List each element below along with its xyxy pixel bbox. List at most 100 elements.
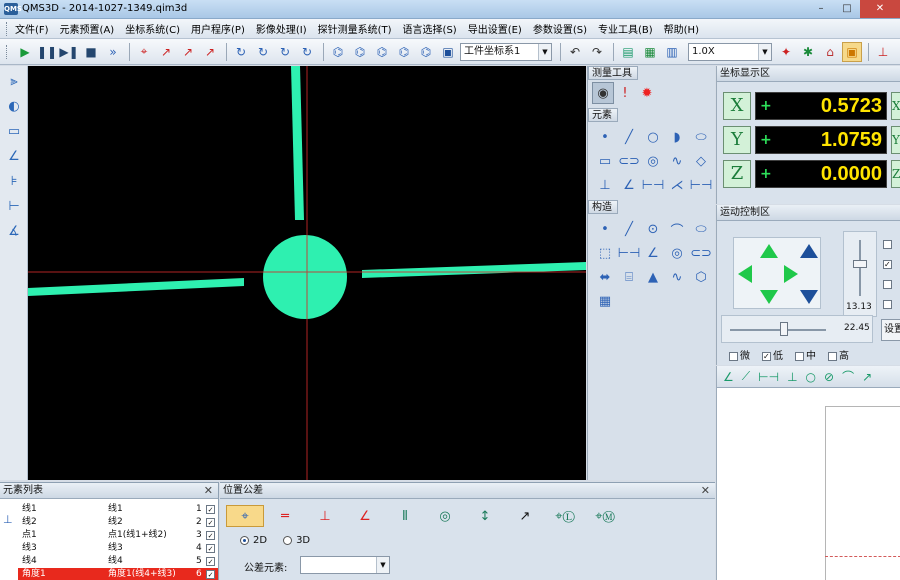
list-item[interactable]: 线1 线1 1 ✓	[18, 503, 218, 516]
minimize-button[interactable]: –	[808, 0, 834, 18]
stage-icon[interactable]: ⫸	[4, 71, 24, 91]
arc-icon[interactable]: ◗	[666, 126, 688, 148]
slot-icon[interactable]: ⊂⊃	[618, 150, 640, 172]
element-visible-checkbox[interactable]: ✓	[206, 505, 215, 514]
set-z-axis-icon[interactable]: ↗	[200, 42, 220, 62]
move-right-arrow[interactable]	[784, 265, 798, 283]
element-visible-checkbox[interactable]: ✓	[206, 544, 215, 553]
construct-rectangle-icon[interactable]: ⬚	[594, 242, 616, 264]
grid-tool-icon[interactable]: ⊧	[4, 171, 24, 191]
probe-b-icon[interactable]: ⌬	[350, 42, 370, 62]
xy-speed-slider[interactable]: 22.45	[721, 315, 873, 343]
camera-view[interactable]	[28, 66, 586, 480]
slider-thumb[interactable]	[853, 260, 867, 268]
z-zero-button[interactable]: Z	[891, 160, 900, 188]
concentricity-icon[interactable]: ◎	[426, 505, 464, 527]
distance-tool-icon[interactable]: ⊢	[4, 196, 24, 216]
menu-user-program[interactable]: 用户程序(P)	[191, 21, 245, 36]
run-icon[interactable]: ▶	[15, 42, 35, 62]
construct-arrow-icon[interactable]: ⬌	[594, 266, 616, 288]
option-checkbox-4[interactable]	[883, 300, 892, 309]
move-up-arrow[interactable]	[760, 244, 778, 258]
arrow-icon[interactable]: ↗	[506, 505, 544, 527]
set-origin-icon[interactable]: ⌖	[134, 42, 154, 62]
rotate-c-icon[interactable]: ↻	[275, 42, 295, 62]
element-visible-checkbox[interactable]: ✓	[206, 518, 215, 527]
element-list-close-button[interactable]: ✕	[204, 483, 213, 499]
cylinder-icon[interactable]: ⌸	[618, 266, 640, 288]
construct-circle-icon[interactable]: ⊙	[642, 218, 664, 240]
distance-icon[interactable]: ⊥	[787, 370, 797, 384]
gap-icon[interactable]: ⊢⊣	[690, 174, 713, 196]
move-down-arrow[interactable]	[760, 290, 778, 304]
coordinate-system-select[interactable]: 工件坐标系1 ▼	[460, 42, 552, 61]
drawing-canvas[interactable]	[825, 406, 900, 580]
speed-high-checkbox[interactable]	[828, 351, 837, 361]
axis-icon[interactable]: ⊥	[873, 42, 893, 62]
pause-icon[interactable]: ❚❚	[37, 42, 57, 62]
probe-z-icon[interactable]: ⌬	[416, 42, 436, 62]
angle-icon[interactable]: ∠	[723, 370, 734, 384]
angle-icon[interactable]: ∠	[618, 174, 640, 196]
camera-icon[interactable]: ◉	[592, 82, 614, 104]
angularity-icon[interactable]: ∠	[346, 505, 384, 527]
parallel-icon[interactable]: ═	[266, 505, 304, 527]
save-icon[interactable]: ▣	[438, 42, 458, 62]
option-checkbox-1[interactable]	[883, 240, 892, 249]
list-item[interactable]: 线3 线3 4 ✓	[18, 542, 218, 555]
maximize-button[interactable]: □	[834, 0, 860, 18]
arc-icon[interactable]: ⌒	[842, 368, 854, 385]
probe-c-icon[interactable]: ⌬	[372, 42, 392, 62]
z-axis-label[interactable]: Z	[723, 160, 751, 188]
probe-icon[interactable]: !	[614, 82, 636, 104]
construct-angle-icon[interactable]: ∠	[642, 242, 664, 264]
circle-icon[interactable]: ○	[806, 370, 816, 384]
x-axis-label[interactable]: X	[723, 92, 751, 120]
radio-2d[interactable]	[240, 536, 249, 545]
construct-width-icon[interactable]: ⊢⊣	[618, 242, 641, 264]
tolerance-element-select[interactable]: ▼	[300, 556, 390, 574]
y-zero-button[interactable]: Y	[891, 126, 900, 154]
move-left-arrow[interactable]	[738, 265, 752, 283]
layout-icon[interactable]: ▣	[842, 41, 862, 62]
slope-icon[interactable]: ⟋	[742, 369, 750, 384]
perpendicular-icon[interactable]: ⊥	[306, 505, 344, 527]
width-icon[interactable]: ⊢⊣	[642, 174, 665, 196]
symmetry-icon[interactable]: ⫴	[386, 505, 424, 527]
home-icon[interactable]: ⌂	[820, 42, 840, 62]
slider-thumb[interactable]	[780, 322, 788, 336]
speed-low-checkbox[interactable]: ✓	[762, 351, 771, 361]
radio-3d[interactable]	[283, 536, 293, 545]
option-checkbox-2[interactable]: ✓	[883, 260, 892, 269]
undo-icon[interactable]: ↶	[565, 42, 585, 62]
angle-tool-icon[interactable]: ∠	[4, 146, 24, 166]
angle-measure-icon[interactable]: ∡	[4, 221, 24, 241]
excel-icon[interactable]: ▦	[640, 42, 660, 62]
edge-icon[interactable]: ✱	[798, 42, 818, 62]
construct-point-icon[interactable]: •	[594, 218, 616, 240]
probe-a-icon[interactable]: ⌬	[328, 42, 348, 62]
menu-language[interactable]: 语言选择(S)	[403, 21, 457, 36]
z-speed-slider[interactable]: 13.13	[843, 231, 877, 317]
runout-icon[interactable]: ↕	[466, 505, 504, 527]
point-icon[interactable]: •	[594, 126, 616, 148]
redo-icon[interactable]: ↷	[587, 42, 607, 62]
menu-image-processing[interactable]: 影像处理(I)	[256, 21, 307, 36]
list-item[interactable]: 线2 线2 2 ✓	[18, 516, 218, 529]
element-visible-checkbox[interactable]: ✓	[206, 557, 215, 566]
menu-element-preset[interactable]: 元素预置(A)	[60, 21, 115, 36]
set-y-axis-icon[interactable]: ↗	[178, 42, 198, 62]
light-icon[interactable]: ✦	[776, 42, 796, 62]
menu-export-settings[interactable]: 导出设置(E)	[468, 21, 522, 36]
list-item-selected[interactable]: 角度1 角度1(线4+线3) 6 ✓	[18, 568, 218, 580]
z-down-arrow[interactable]	[800, 290, 818, 304]
frame-icon[interactable]: ▭	[4, 121, 24, 141]
x-zero-button[interactable]: X	[891, 92, 900, 120]
set-x-axis-icon[interactable]: ↗	[156, 42, 176, 62]
menu-professional-tools[interactable]: 专业工具(B)	[598, 21, 653, 36]
camera-settings-icon[interactable]: ◐	[4, 96, 24, 116]
stop-icon[interactable]: ■	[81, 42, 101, 62]
word-icon[interactable]: ▥	[662, 42, 682, 62]
line-icon[interactable]: ╱	[618, 126, 640, 148]
y-axis-label[interactable]: Y	[723, 126, 751, 154]
